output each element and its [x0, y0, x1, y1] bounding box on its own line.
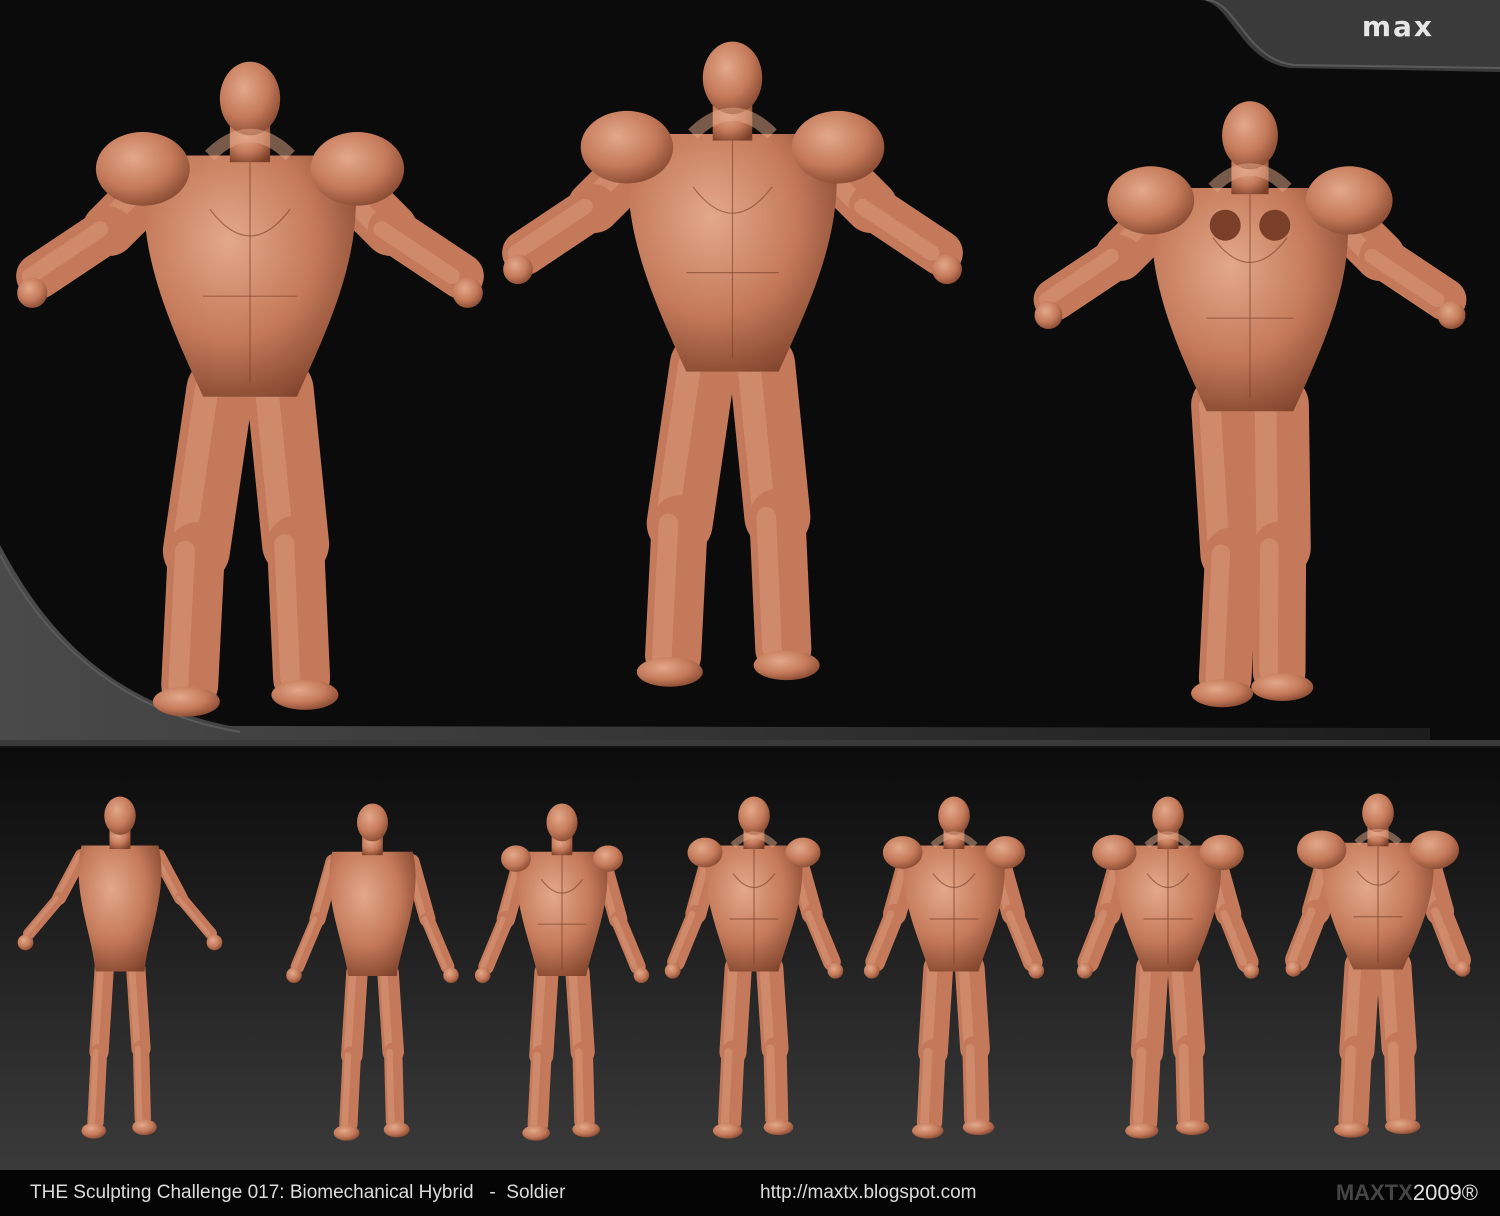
- sculpt-presentation-sheet: max THE Sculpting Challenge 017: Biomech…: [0, 0, 1500, 1216]
- progression-stage-2: [275, 800, 470, 1145]
- brand-name: MAXTX: [1335, 1180, 1413, 1205]
- progression-stage-3: [462, 800, 662, 1145]
- progression-stage-5: [855, 793, 1053, 1143]
- hero-figure-three-quarter: [16, 55, 484, 725]
- hero-views: [0, 0, 1500, 740]
- hero-figure-back: [1020, 95, 1480, 715]
- blog-url: http://maxtx.blogspot.com: [760, 1182, 977, 1203]
- challenge-title: THE Sculpting Challenge 017: Biomechanic…: [30, 1182, 566, 1203]
- divider-bar: [0, 740, 1500, 746]
- brand-year: 2009®: [1412, 1180, 1478, 1205]
- progression-stage-7: [1278, 790, 1478, 1142]
- progression-stages: [0, 748, 1500, 1168]
- progression-stage-4: [656, 793, 852, 1143]
- progression-stage-6: [1068, 793, 1268, 1143]
- footer-bar: THE Sculpting Challenge 017: Biomechanic…: [0, 1170, 1500, 1216]
- brand-signature: MAXTX2009®: [1336, 1180, 1478, 1206]
- hero-figure-front: [485, 35, 980, 695]
- progression-stage-1: [17, 793, 223, 1143]
